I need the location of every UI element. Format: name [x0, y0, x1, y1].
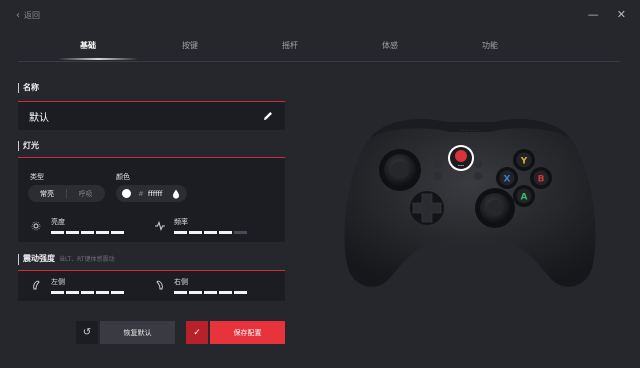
- level-segment[interactable]: [204, 291, 217, 294]
- type-option-steady[interactable]: 常亮: [28, 189, 66, 199]
- title-bar: ‹ 返回 — ✕: [0, 0, 640, 34]
- vibration-section-title: 震动强度 当LT、RT键体感震动: [18, 254, 115, 265]
- tab-motion[interactable]: 体感: [350, 40, 430, 51]
- vibration-hint: 当LT、RT键体感震动: [59, 256, 115, 263]
- vibration-title: 震动强度: [23, 254, 55, 263]
- color-swatch[interactable]: [122, 189, 131, 198]
- back-button[interactable]: ‹ 返回: [16, 10, 40, 21]
- active-tab-indicator: [58, 58, 138, 60]
- frequency-slider[interactable]: [174, 231, 247, 234]
- right-vibration-slider[interactable]: [174, 291, 247, 294]
- level-segment[interactable]: [189, 291, 202, 294]
- level-segment[interactable]: [189, 231, 202, 234]
- tab-functions[interactable]: 功能: [450, 40, 530, 51]
- tab-sticks[interactable]: 摇杆: [250, 40, 330, 51]
- light-panel: 类型 常亮 呼吸 颜色 # ffffff 亮度 频率: [18, 157, 285, 242]
- level-segment[interactable]: [96, 231, 109, 234]
- color-hash: #: [138, 189, 144, 198]
- chevron-left-icon: ‹: [16, 9, 20, 21]
- face-button-y: Y: [520, 157, 528, 167]
- pencil-icon[interactable]: [262, 110, 274, 122]
- light-type-toggle[interactable]: 常亮 呼吸: [28, 185, 105, 202]
- profile-name: 默认: [29, 113, 49, 124]
- close-icon[interactable]: ✕: [617, 8, 626, 21]
- brightness-slider[interactable]: [51, 231, 124, 234]
- level-segment[interactable]: [219, 231, 232, 234]
- level-segment[interactable]: [66, 231, 79, 234]
- type-option-breathing[interactable]: 呼吸: [66, 188, 104, 199]
- left-trigger-icon: [33, 280, 40, 290]
- level-segment[interactable]: [96, 291, 109, 294]
- name-field[interactable]: 默认: [18, 101, 285, 130]
- brightness-icon: [31, 221, 41, 231]
- level-segment[interactable]: [234, 231, 247, 234]
- brightness-label: 亮度: [51, 218, 65, 226]
- reset-icon[interactable]: ↺: [76, 321, 98, 344]
- left-vibration-label: 左侧: [51, 278, 65, 286]
- light-section-title: 灯光: [18, 141, 39, 151]
- face-button-a: A: [521, 193, 528, 203]
- tab-buttons[interactable]: 按键: [150, 40, 230, 51]
- save-config-button[interactable]: 保存配置: [210, 321, 285, 344]
- frequency-label: 频率: [174, 218, 188, 226]
- vibration-panel: 左侧 右侧: [18, 270, 285, 301]
- reset-default-button[interactable]: 恢复默认: [100, 321, 175, 344]
- color-hex-value[interactable]: ffffff: [148, 190, 162, 198]
- right-trigger-icon: [156, 280, 163, 290]
- face-button-x: X: [504, 175, 511, 185]
- name-section-title: 名称: [18, 83, 39, 93]
- svg-text:. . . . . . . .: . . . . . . . .: [460, 127, 479, 132]
- dropper-icon[interactable]: [172, 189, 180, 199]
- level-segment[interactable]: [51, 291, 64, 294]
- level-segment[interactable]: [51, 231, 64, 234]
- level-segment[interactable]: [174, 291, 187, 294]
- level-segment[interactable]: [81, 291, 94, 294]
- color-label: 颜色: [116, 173, 130, 181]
- right-vibration-label: 右侧: [174, 278, 188, 286]
- tab-basic[interactable]: 基础: [48, 40, 128, 51]
- level-segment[interactable]: [219, 291, 232, 294]
- level-segment[interactable]: [111, 291, 124, 294]
- type-label: 类型: [30, 173, 44, 181]
- color-picker[interactable]: # ffffff: [116, 185, 187, 202]
- level-segment[interactable]: [174, 231, 187, 234]
- check-icon[interactable]: ✓: [186, 321, 208, 344]
- level-segment[interactable]: [66, 291, 79, 294]
- minimize-icon[interactable]: —: [588, 8, 599, 21]
- level-segment[interactable]: [81, 231, 94, 234]
- back-label: 返回: [24, 11, 40, 20]
- controller-image: . . . . . . . . ••• Y X B A: [344, 119, 596, 287]
- left-vibration-slider[interactable]: [51, 291, 124, 294]
- frequency-icon: [155, 221, 165, 231]
- level-segment[interactable]: [111, 231, 124, 234]
- level-segment[interactable]: [204, 231, 217, 234]
- svg-text:•••: •••: [458, 164, 464, 168]
- tab-bar: 基础 按键 摇杆 体感 功能: [18, 38, 620, 62]
- level-segment[interactable]: [234, 291, 247, 294]
- face-button-b: B: [538, 175, 545, 185]
